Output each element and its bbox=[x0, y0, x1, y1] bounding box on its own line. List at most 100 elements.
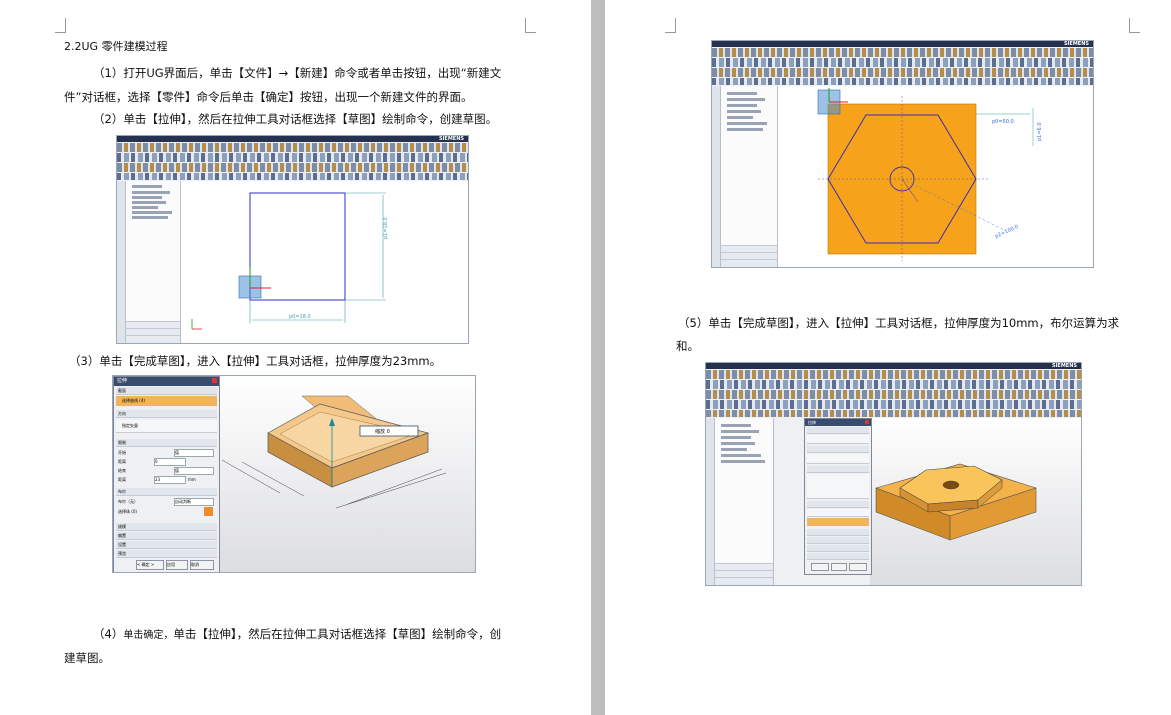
page-corner-mark bbox=[1129, 18, 1140, 33]
navigator-row bbox=[721, 454, 761, 457]
navigator-section bbox=[715, 577, 773, 585]
paragraph-1-line-2: 件”对话框，选择【零件】命令后单击【确定】按钮，出现一个新建文件的界面。 bbox=[64, 90, 473, 104]
limits-fields[interactable] bbox=[807, 474, 869, 499]
settings-header[interactable] bbox=[807, 545, 869, 552]
ug-titlebar: SIEMENS bbox=[712, 41, 1093, 47]
boolean-select[interactable]: 自动判断 bbox=[174, 498, 214, 506]
sketch-viewport: p1=18.0 p0=18.0 bbox=[181, 181, 468, 343]
direction-header[interactable] bbox=[807, 446, 869, 453]
paragraph-4-prefix: （4） bbox=[93, 627, 124, 641]
paragraph-5-line-1: （5）单击【完成草图】，进入【拉伸】工具对话框，拉伸厚度为10mm，布尔运算为求 bbox=[678, 316, 1120, 330]
ug-screenshot-extrude-box: 缩放 0 拉伸 截面 选择曲线 (4) 方向 指定矢量 限制 开始 值 距离 0… bbox=[112, 375, 476, 573]
ug-screenshot-hexagon-sketch: SIEMENS p0=50.0 p1=6.0 p2=100.0 bbox=[711, 40, 1094, 268]
section-header[interactable] bbox=[807, 427, 869, 434]
dialog-titlebar: 拉伸 bbox=[805, 419, 871, 426]
part-navigator-panel bbox=[715, 418, 774, 585]
distance-label: 距离 bbox=[118, 477, 126, 482]
preview-header[interactable]: 预览 bbox=[116, 550, 217, 558]
unit-label: mm bbox=[188, 477, 196, 482]
limits-header[interactable]: 限制 bbox=[116, 439, 217, 447]
specify-vector-row[interactable] bbox=[807, 454, 869, 464]
draft-header[interactable]: 拔模 bbox=[116, 523, 217, 531]
settings-header[interactable]: 设置 bbox=[116, 541, 217, 549]
resource-bar bbox=[712, 86, 721, 267]
navigator-row bbox=[132, 211, 172, 214]
cancel-button[interactable]: 取消 bbox=[190, 560, 214, 570]
close-icon[interactable] bbox=[865, 420, 869, 424]
ug-toolbar bbox=[117, 163, 468, 172]
navigator-section bbox=[721, 259, 777, 267]
dimension-text-a: p0=50.0 bbox=[992, 119, 1014, 125]
limits-header[interactable] bbox=[807, 466, 869, 473]
select-curve-row[interactable] bbox=[807, 435, 869, 444]
paragraph-4-main-text: 单击【拉伸】，然后在拉伸工具对话框选择【草图】绘制命令，创 bbox=[173, 627, 502, 641]
boolean-header[interactable] bbox=[807, 501, 869, 508]
apply-button[interactable] bbox=[831, 563, 847, 571]
ug-toolbar bbox=[712, 48, 1093, 57]
dialog-title: 拉伸 bbox=[117, 378, 128, 384]
ug-screenshot-sketch-square: SIEMENS p1=18.0 p0=18.0 bbox=[116, 135, 469, 344]
offset-header[interactable] bbox=[807, 537, 869, 544]
start-select[interactable]: 值 bbox=[174, 449, 214, 457]
section-heading: 2.2UG 零件建模过程 bbox=[64, 40, 168, 53]
paragraph-1-line-1: （1）打开UG界面后，单击【文件】→【新建】命令或者单击按钮，出现“新建文 bbox=[93, 66, 502, 80]
cancel-button[interactable] bbox=[849, 563, 867, 571]
select-body-row[interactable] bbox=[807, 518, 869, 526]
navigator-row bbox=[727, 92, 757, 95]
ug-toolbar bbox=[706, 370, 1081, 379]
paragraph-4-line-2: 建草图。 bbox=[64, 651, 110, 665]
boolean-select-row[interactable] bbox=[807, 509, 869, 517]
boolean-label: 布尔（无） bbox=[118, 499, 138, 504]
navigator-row bbox=[721, 460, 765, 463]
ug-toolbar bbox=[706, 400, 1081, 409]
resource-bar bbox=[117, 181, 126, 343]
end-distance-input[interactable]: 23 bbox=[154, 476, 186, 484]
ok-button[interactable] bbox=[811, 563, 829, 571]
navigator-row bbox=[132, 196, 162, 199]
extruded-box-preview: 缩放 0 bbox=[221, 395, 447, 509]
part-navigator-panel bbox=[721, 86, 778, 267]
extrude-dialog[interactable]: 拉伸 bbox=[804, 418, 872, 575]
direction-header[interactable]: 方向 bbox=[116, 410, 217, 418]
select-body-icon[interactable] bbox=[204, 507, 213, 516]
paragraph-3: （3）单击【完成草图】，进入【拉伸】工具对话框，拉伸厚度为23mm。 bbox=[69, 354, 442, 368]
united-body-preview bbox=[875, 463, 1037, 541]
navigator-row bbox=[721, 424, 751, 427]
ug-toolbar bbox=[712, 68, 1093, 77]
end-select[interactable]: 值 bbox=[174, 467, 214, 475]
siemens-logo-text: SIEMENS bbox=[1063, 41, 1089, 47]
ok-button[interactable]: < 确定 > bbox=[136, 560, 164, 570]
dialog-title: 拉伸 bbox=[808, 420, 816, 425]
hole bbox=[942, 480, 960, 490]
paragraph-5-line-2: 和。 bbox=[676, 339, 699, 353]
section-header[interactable]: 截面 bbox=[116, 387, 217, 395]
draft-header[interactable] bbox=[807, 529, 869, 536]
apply-button[interactable]: 应用 bbox=[166, 560, 188, 570]
horizontal-dimension-text: p0=18.0 bbox=[289, 314, 311, 320]
start-label: 开始 bbox=[118, 450, 126, 455]
select-body-label: 选择体 (0) bbox=[118, 509, 137, 514]
ug-toolbar bbox=[706, 380, 1081, 389]
ug-selection-bar bbox=[117, 173, 468, 180]
navigator-row bbox=[727, 104, 757, 107]
ug-toolbar bbox=[117, 143, 468, 152]
distance-handle-text: 缩放 0 bbox=[375, 428, 390, 435]
navigator-row bbox=[132, 206, 158, 209]
siemens-logo-text: SIEMENS bbox=[438, 136, 464, 142]
boolean-header[interactable]: 布尔 bbox=[116, 488, 217, 496]
preview-header[interactable] bbox=[807, 553, 869, 560]
select-curve-row[interactable]: 选择曲线 (4) bbox=[116, 396, 217, 406]
extrude-dialog[interactable]: 拉伸 截面 选择曲线 (4) 方向 指定矢量 限制 开始 值 距离 0 结束 值… bbox=[113, 376, 220, 572]
resource-bar bbox=[706, 418, 715, 585]
specify-vector-row[interactable]: 指定矢量 bbox=[116, 420, 217, 433]
navigator-row bbox=[721, 442, 755, 445]
start-distance-input[interactable]: 0 bbox=[154, 458, 186, 466]
ug-titlebar: SIEMENS bbox=[117, 136, 468, 142]
ug-titlebar: SIEMENS bbox=[706, 363, 1081, 369]
navigator-row bbox=[132, 185, 162, 188]
offset-header[interactable]: 偏置 bbox=[116, 532, 217, 540]
navigator-row bbox=[727, 116, 753, 119]
page-corner-mark bbox=[55, 18, 66, 33]
part-navigator-panel bbox=[126, 181, 181, 343]
close-icon[interactable] bbox=[212, 378, 217, 383]
